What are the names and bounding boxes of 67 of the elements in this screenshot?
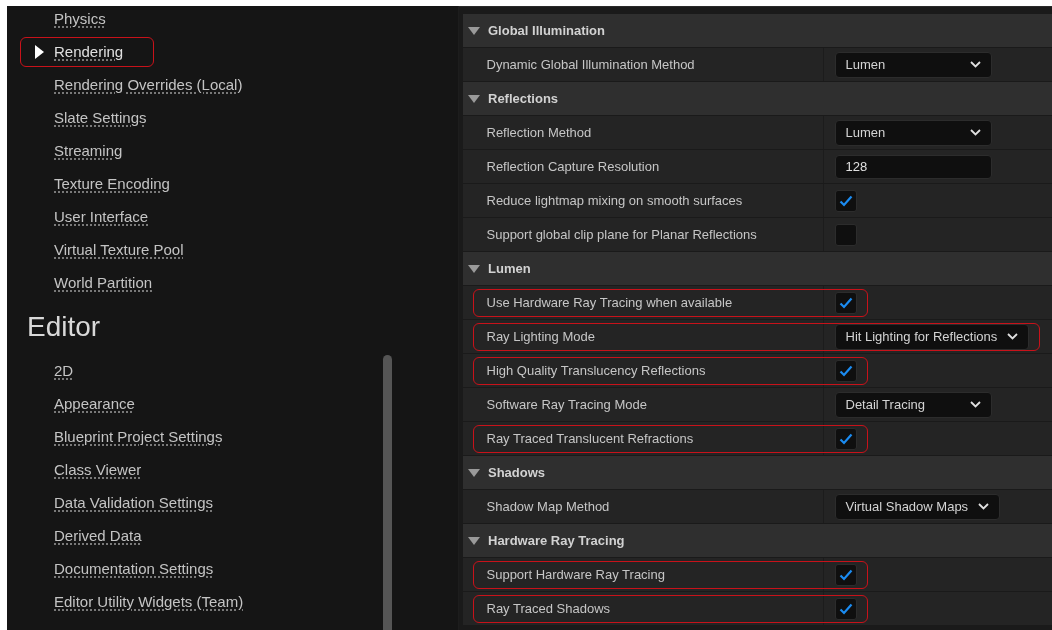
expand-arrow-icon — [468, 26, 480, 35]
setting-label: Ray Lighting Mode — [485, 329, 596, 344]
section-header[interactable]: Global Illumination — [463, 14, 1052, 48]
triangle-icon — [35, 44, 44, 59]
checkbox[interactable] — [834, 427, 857, 450]
checkmark-icon — [838, 602, 853, 615]
chevron-icon — [969, 401, 981, 408]
checkbox[interactable] — [834, 291, 857, 314]
setting-label: Reduce lightmap mixing on smooth surfaces — [485, 193, 744, 208]
chevron-icon — [969, 61, 981, 68]
setting-label: Ray Traced Translucent Refractions — [485, 431, 695, 446]
sidebar-item[interactable]: Physics — [20, 6, 137, 34]
checkmark-icon — [838, 568, 853, 581]
sidebar-item[interactable]: World Partition — [20, 267, 184, 298]
setting-label: Support Hardware Ray Tracing — [485, 567, 666, 582]
setting-label: High Quality Translucency Reflections — [485, 363, 707, 378]
sidebar-item[interactable]: User Interface — [20, 201, 180, 232]
chevron-icon — [969, 129, 981, 136]
dropdown[interactable]: Virtual Shadow Maps — [834, 493, 1001, 520]
expand-arrow-icon — [468, 264, 480, 273]
setting-label: Use Hardware Ray Tracing when available — [485, 295, 734, 310]
sidebar-item[interactable]: Blueprint Project Settings — [20, 421, 254, 452]
checkbox[interactable] — [834, 223, 857, 246]
sidebar-item[interactable]: Rendering Overrides (Local) — [20, 69, 274, 100]
checkbox[interactable] — [834, 597, 857, 620]
expand-arrow-icon — [468, 536, 480, 545]
setting-label: Dynamic Global Illumination Method — [485, 57, 696, 72]
number-field[interactable]: 128 — [834, 154, 992, 179]
dropdown[interactable]: Hit Lighting for Reflections — [834, 323, 1030, 350]
scrollbar[interactable] — [383, 355, 392, 630]
checkmark-icon — [838, 296, 853, 309]
setting-label: Ray Traced Shadows — [485, 601, 612, 616]
sidebar-item[interactable]: Data Validation Settings — [20, 487, 244, 518]
sidebar-item[interactable]: Virtual Texture Pool — [20, 234, 215, 265]
sidebar-item[interactable]: Editor Utility Widgets (Team) — [20, 586, 275, 617]
checkbox[interactable] — [834, 359, 857, 382]
dropdown[interactable]: Lumen — [834, 51, 992, 78]
sidebar-item[interactable]: Derived Data — [20, 520, 173, 551]
setting-label: Shadow Map Method — [485, 499, 611, 514]
checkbox[interactable] — [834, 563, 857, 586]
sidebar-item[interactable]: 2D — [20, 355, 105, 386]
section-header[interactable]: Hardware Ray Tracing — [463, 524, 1052, 558]
checkmark-icon — [838, 194, 853, 207]
setting-label: Reflection Method — [485, 125, 593, 140]
expand-arrow-icon — [468, 94, 480, 103]
section-header[interactable]: Reflections — [463, 82, 1052, 116]
section-heading: Editor — [26, 309, 102, 344]
checkmark-icon — [838, 432, 853, 445]
sidebar-item[interactable]: Appearance — [20, 388, 166, 419]
setting-label: Support global clip plane for Planar Reflections — [485, 227, 758, 242]
section-header[interactable]: Lumen — [463, 252, 1052, 286]
dropdown[interactable]: Lumen — [834, 119, 992, 146]
setting-label: Software Ray Tracing Mode — [485, 397, 648, 412]
checkmark-icon — [838, 364, 853, 377]
sidebar-item[interactable]: Class Viewer — [20, 454, 173, 485]
chevron-icon — [978, 503, 990, 510]
expand-arrow-icon — [468, 468, 480, 477]
setting-label: Reflection Capture Resolution — [485, 159, 661, 174]
dropdown[interactable]: Detail Tracing — [834, 391, 992, 418]
sidebar-item[interactable]: Documentation Settings — [20, 553, 245, 584]
sidebar-item[interactable]: Slate Settings — [20, 102, 178, 133]
checkbox[interactable] — [834, 189, 857, 212]
sidebar-item[interactable]: Rendering — [20, 36, 155, 67]
section-header[interactable]: Shadows — [463, 456, 1052, 490]
sidebar-item[interactable]: Texture Encoding — [20, 168, 201, 199]
chevron-icon — [1007, 333, 1019, 340]
sidebar-item[interactable]: Streaming — [20, 135, 154, 166]
